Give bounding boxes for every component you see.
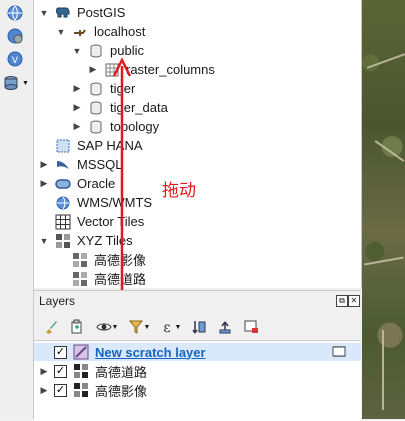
eye-icon [95,323,112,331]
chevron-down-icon: ▼ [174,323,182,331]
svg-text:ε: ε [163,320,170,335]
map-road [374,140,405,162]
clipboard-icon [71,319,82,334]
filter-expression-button[interactable]: ε ▼ [156,317,184,337]
paintbrush-icon [46,321,57,334]
expand-all-icon [192,321,206,334]
layers-tree: ✓ New scratch layer ▶ ✓ 高德道路 ▶ ✓ 高德影像 [34,340,361,421]
layer-row-gaode-roads[interactable]: ▶ ✓ 高德道路 [34,362,361,380]
layers-toolbar: ▼ ▼ ε ▼ [40,316,262,338]
expand-all-button[interactable] [188,317,210,337]
chevron-down-icon: ▼ [111,323,119,331]
layer-visibility-checkbox[interactable]: ✓ [54,383,67,397]
expand-arrow-icon[interactable]: ▶ [34,385,54,396]
drag-annotation-label: 拖动 [162,181,196,201]
filter-funnel-icon [128,320,143,334]
close-panel-icon[interactable]: ✕ [348,295,360,307]
filter-legend-button[interactable]: ▼ [126,317,152,337]
chevron-down-icon: ▼ [143,323,151,331]
remove-layer-icon [244,320,258,333]
layer-visibility-checkbox[interactable]: ✓ [54,364,67,378]
scratch-layer-icon [73,344,89,360]
tile-layer-icon [74,383,88,397]
layers-panel: Layers ⧉ ✕ ▼ ▼ ε ▼ ✓ New scratch layer ▶… [34,290,361,421]
map-road [364,256,404,266]
temporary-memory-layer-icon[interactable] [332,345,346,358]
layer-label: 高德影像 [95,383,148,399]
layer-row-new-scratch-layer[interactable]: ✓ New scratch layer [34,343,361,361]
add-group-button[interactable] [66,317,88,337]
layer-label: New scratch layer [95,344,206,360]
expand-arrow-icon[interactable]: ▶ [34,366,54,377]
map-canvas[interactable] [362,0,405,419]
float-panel-icon[interactable]: ⧉ [336,295,348,307]
style-layer-button[interactable] [40,317,62,337]
manage-visibility-button[interactable]: ▼ [92,317,122,337]
layers-panel-title: Layers [39,294,76,308]
map-road [366,53,405,69]
tile-layer-icon [74,364,88,378]
epsilon-icon: ε [163,320,170,335]
remove-layer-button[interactable] [240,317,262,337]
collapse-all-icon [219,321,231,334]
map-road [382,330,384,410]
collapse-all-button[interactable] [214,317,236,337]
layer-visibility-checkbox[interactable]: ✓ [54,345,67,359]
layer-label: 高德道路 [95,364,148,380]
layer-row-gaode-imagery[interactable]: ▶ ✓ 高德影像 [34,381,361,399]
